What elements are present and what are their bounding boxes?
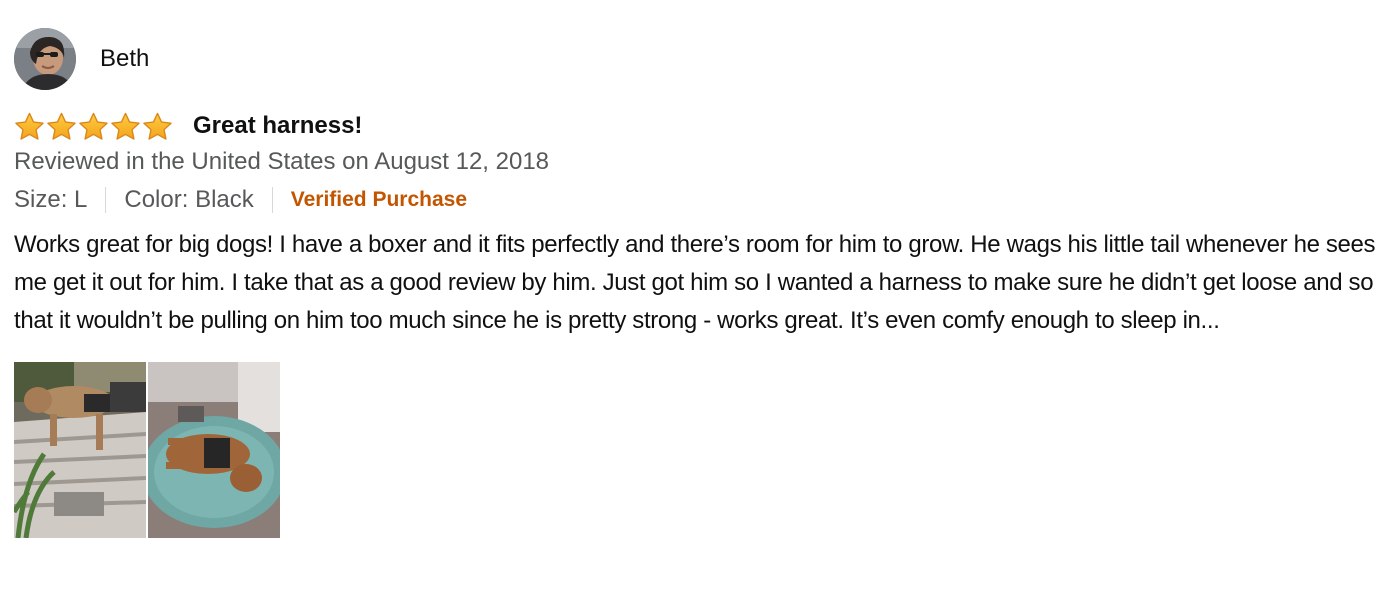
reviewer-name[interactable]: Beth bbox=[100, 45, 149, 73]
star-icon bbox=[111, 112, 140, 140]
star-icon bbox=[79, 112, 108, 140]
verified-purchase-badge: Verified Purchase bbox=[290, 188, 468, 211]
profile-photo-icon bbox=[14, 28, 76, 90]
star-icon bbox=[143, 112, 172, 140]
star-icon bbox=[47, 112, 76, 140]
star-icon bbox=[15, 112, 44, 140]
review-image-thumbnail[interactable] bbox=[14, 362, 146, 538]
review-images bbox=[14, 362, 1384, 538]
reviewer-profile[interactable]: Beth bbox=[14, 28, 1384, 90]
avatar[interactable] bbox=[14, 28, 76, 90]
review-title[interactable]: Great harness! bbox=[193, 111, 362, 141]
star-rating[interactable] bbox=[14, 112, 173, 141]
dog-on-stairs-photo-icon bbox=[14, 362, 146, 538]
divider bbox=[105, 187, 107, 213]
dog-sleeping-photo-icon bbox=[148, 362, 280, 538]
size-label[interactable]: Size: L bbox=[14, 186, 87, 214]
review-image-thumbnail[interactable] bbox=[148, 362, 280, 538]
review-body: Works great for big dogs! I have a boxer… bbox=[14, 231, 1376, 334]
rating-row: Great harness! bbox=[14, 111, 1384, 141]
review-card: Beth Great harness! Reviewed in the Unit… bbox=[14, 28, 1384, 538]
divider bbox=[271, 187, 273, 213]
product-format-strip[interactable]: Size: L Color: Black Verified Purchase bbox=[14, 185, 1384, 215]
color-label[interactable]: Color: Black bbox=[124, 186, 253, 214]
review-date: Reviewed in the United States on August … bbox=[14, 148, 550, 175]
